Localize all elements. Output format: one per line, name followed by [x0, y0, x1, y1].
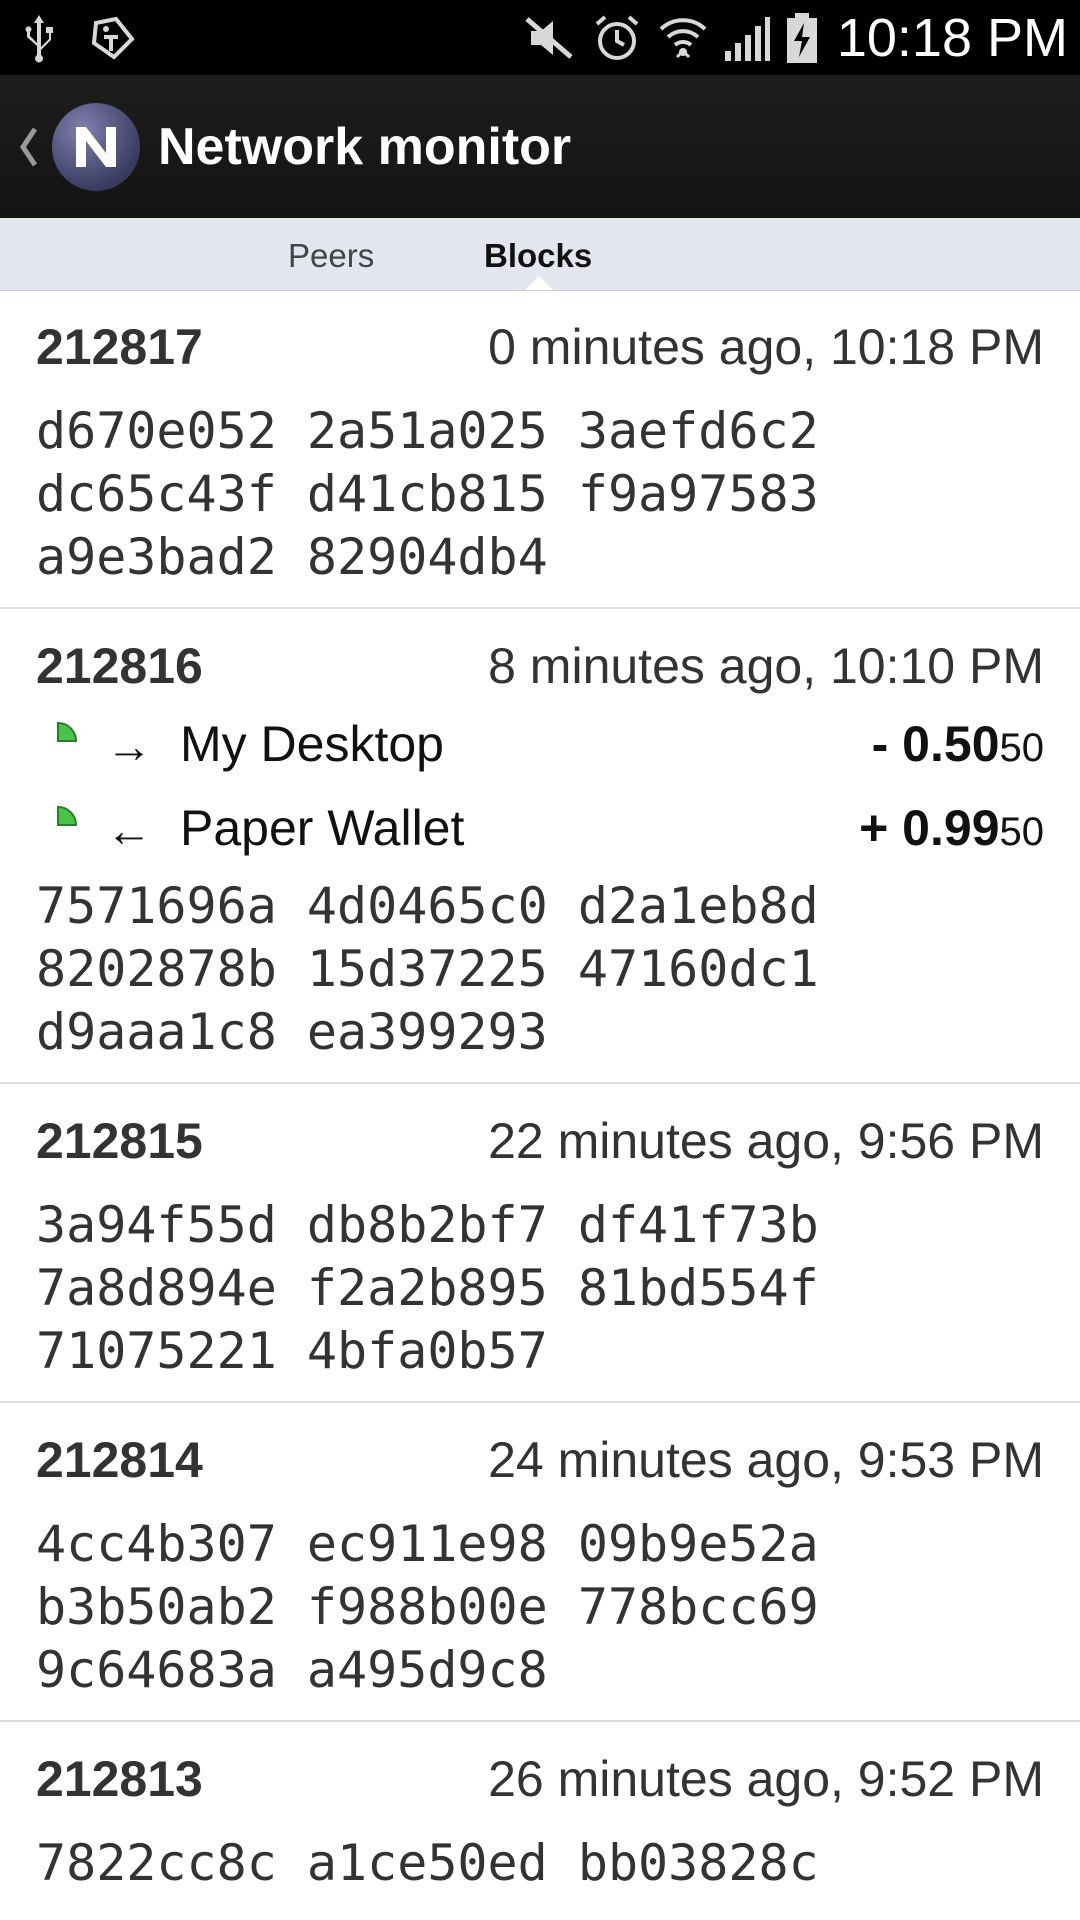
block-time: 26 minutes ago, 9:52 PM [488, 1751, 1044, 1807]
direction-arrow-icon: → [106, 720, 152, 772]
confidence-indicator-icon [57, 805, 78, 826]
transaction-row[interactable]: ← Paper Wallet + 0.9950 [36, 787, 1044, 871]
block-time: 0 minutes ago, 10:18 PM [488, 319, 1044, 375]
block-height: 212816 [36, 638, 203, 694]
app-logo[interactable] [52, 102, 140, 191]
up-navigation-button[interactable] [10, 117, 46, 177]
list-item[interactable]: 212815 22 minutes ago, 9:56 PM 3a94f55d … [0, 1084, 1080, 1403]
list-item[interactable]: 212817 0 minutes ago, 10:18 PM d670e052 … [0, 290, 1080, 609]
transaction-amount: - 0.5050 [871, 716, 1044, 772]
transaction-amount: + 0.9950 [859, 800, 1044, 856]
block-hash: 7571696a 4d0465c0 d2a1eb8d 8202878b 15d37… [36, 877, 819, 1061]
mute-icon [525, 16, 573, 59]
block-hash: 4cc4b307 ec911e98 09b9e52a b3b50ab2 f988b… [36, 1515, 819, 1699]
block-height: 212814 [36, 1432, 203, 1488]
clock: 10:18 PM [836, 7, 1068, 68]
block-hash: d670e052 2a51a025 3aefd6c2 dc65c43f d41cb… [36, 402, 819, 586]
alarm-icon [595, 14, 639, 60]
transaction-row[interactable]: → My Desktop - 0.5050 [36, 703, 1044, 787]
usb-icon [25, 15, 53, 63]
battery-charging-icon [786, 12, 817, 63]
action-bar: Network monitor [0, 75, 1080, 218]
block-hash: 7822cc8c a1ce50ed bb03828c [36, 1834, 819, 1892]
direction-arrow-icon: ← [106, 804, 152, 856]
block-height: 212817 [36, 319, 203, 375]
transaction-label: Paper Wallet [180, 800, 465, 856]
signal-icon [724, 16, 770, 61]
wifi-icon [659, 17, 707, 58]
transaction-label: My Desktop [180, 716, 444, 772]
list-item[interactable]: 212814 24 minutes ago, 9:53 PM 4cc4b307 … [0, 1403, 1080, 1722]
block-list[interactable]: 212817 0 minutes ago, 10:18 PM d670e052 … [0, 290, 1080, 1913]
block-hash: 3a94f55d db8b2bf7 df41f73b 7a8d894e f2a2b… [36, 1196, 819, 1380]
block-height: 212815 [36, 1113, 203, 1169]
block-time: 8 minutes ago, 10:10 PM [488, 638, 1044, 694]
n-logo-icon [76, 126, 116, 167]
block-height: 212813 [36, 1751, 203, 1807]
tag-icon [91, 16, 135, 60]
selected-tab-indicator [525, 276, 553, 290]
page-title: Network monitor [158, 117, 572, 176]
tab-peers[interactable]: Peers [288, 218, 374, 290]
list-item[interactable]: 212813 26 minutes ago, 9:52 PM 7822cc8c … [0, 1722, 1080, 1913]
block-time: 24 minutes ago, 9:53 PM [488, 1432, 1044, 1488]
list-item[interactable]: 212816 8 minutes ago, 10:10 PM → My Desk… [0, 609, 1080, 1084]
status-bar: 10:18 PM [0, 0, 1080, 75]
chevron-left-icon [19, 127, 38, 166]
block-time: 22 minutes ago, 9:56 PM [488, 1113, 1044, 1169]
confidence-indicator-icon [57, 721, 78, 742]
